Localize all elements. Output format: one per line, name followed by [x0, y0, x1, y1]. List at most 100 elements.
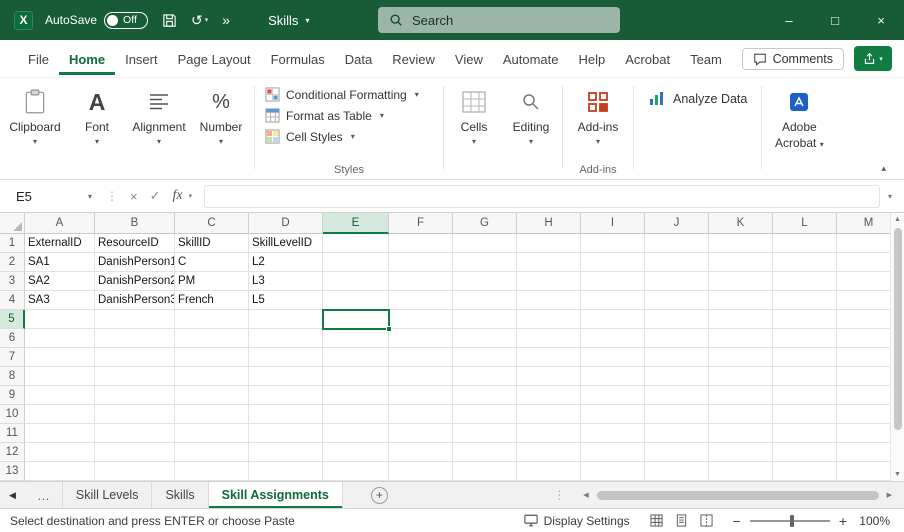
cell-a1[interactable]: ExternalID — [25, 234, 95, 253]
cell-h2[interactable] — [517, 253, 581, 272]
cell-d10[interactable] — [249, 405, 323, 424]
cell-k2[interactable] — [709, 253, 773, 272]
cell-e11[interactable] — [323, 424, 389, 443]
cell-f12[interactable] — [389, 443, 453, 462]
cell-c9[interactable] — [175, 386, 249, 405]
cell-b7[interactable] — [95, 348, 175, 367]
column-header-m[interactable]: M — [837, 213, 890, 234]
tab-splitter-icon[interactable]: ⋮ — [553, 488, 565, 502]
cell-h1[interactable] — [517, 234, 581, 253]
cell-a7[interactable] — [25, 348, 95, 367]
cell-i6[interactable] — [581, 329, 645, 348]
formula-bar-expand-icon[interactable]: ▾ — [888, 192, 892, 201]
cell-d2[interactable]: L2 — [249, 253, 323, 272]
row-header-12[interactable]: 12 — [0, 443, 25, 462]
cell-d6[interactable] — [249, 329, 323, 348]
column-header-l[interactable]: L — [773, 213, 837, 234]
ribbon-tab-file[interactable]: File — [18, 43, 59, 75]
horizontal-scroll-thumb[interactable] — [597, 491, 879, 500]
vertical-scrollbar[interactable]: ▲ ▼ — [890, 213, 904, 481]
cell-m13[interactable] — [837, 462, 890, 481]
cell-k9[interactable] — [709, 386, 773, 405]
ribbon-tab-help[interactable]: Help — [569, 43, 616, 75]
cell-k4[interactable] — [709, 291, 773, 310]
cell-f9[interactable] — [389, 386, 453, 405]
cell-e1[interactable] — [323, 234, 389, 253]
cell-e12[interactable] — [323, 443, 389, 462]
cell-l3[interactable] — [773, 272, 837, 291]
cell-c13[interactable] — [175, 462, 249, 481]
file-name-menu[interactable]: Skills ▾ — [268, 13, 309, 28]
cell-j10[interactable] — [645, 405, 709, 424]
cell-b13[interactable] — [95, 462, 175, 481]
active-cell-selection[interactable] — [322, 309, 390, 330]
cell-m11[interactable] — [837, 424, 890, 443]
cell-b10[interactable] — [95, 405, 175, 424]
cell-j13[interactable] — [645, 462, 709, 481]
cell-i2[interactable] — [581, 253, 645, 272]
sheet-tab-skill-assignments[interactable]: Skill Assignments — [209, 482, 343, 508]
autosave-control[interactable]: AutoSave Off — [45, 12, 148, 29]
cell-d3[interactable]: L3 — [249, 272, 323, 291]
column-header-c[interactable]: C — [175, 213, 249, 234]
scroll-right-icon[interactable]: ▶ — [887, 492, 892, 499]
cell-d8[interactable] — [249, 367, 323, 386]
cell-a4[interactable]: SA3 — [25, 291, 95, 310]
scroll-down-icon[interactable]: ▼ — [894, 471, 901, 478]
cell-e13[interactable] — [323, 462, 389, 481]
cell-f6[interactable] — [389, 329, 453, 348]
cell-i9[interactable] — [581, 386, 645, 405]
cell-m6[interactable] — [837, 329, 890, 348]
row-header-3[interactable]: 3 — [0, 272, 25, 291]
cell-g7[interactable] — [453, 348, 517, 367]
cell-a8[interactable] — [25, 367, 95, 386]
cell-e8[interactable] — [323, 367, 389, 386]
cell-i13[interactable] — [581, 462, 645, 481]
cell-a2[interactable]: SA1 — [25, 253, 95, 272]
cell-a3[interactable]: SA2 — [25, 272, 95, 291]
share-button[interactable]: ▾ — [854, 46, 892, 71]
cell-i10[interactable] — [581, 405, 645, 424]
sheet-nav-prev-button[interactable]: ◀ — [0, 482, 25, 508]
cell-j7[interactable] — [645, 348, 709, 367]
zoom-out-button[interactable]: − — [733, 514, 741, 528]
cell-l12[interactable] — [773, 443, 837, 462]
close-button[interactable]: × — [858, 0, 904, 40]
cell-a6[interactable] — [25, 329, 95, 348]
row-header-10[interactable]: 10 — [0, 405, 25, 424]
cell-b9[interactable] — [95, 386, 175, 405]
row-header-8[interactable]: 8 — [0, 367, 25, 386]
cell-m8[interactable] — [837, 367, 890, 386]
cancel-button[interactable]: × — [130, 189, 138, 204]
cell-c2[interactable]: C — [175, 253, 249, 272]
cell-e2[interactable] — [323, 253, 389, 272]
cell-styles-button[interactable]: Cell Styles ▾ — [265, 129, 437, 144]
cell-l1[interactable] — [773, 234, 837, 253]
cell-l13[interactable] — [773, 462, 837, 481]
ribbon-tab-insert[interactable]: Insert — [115, 43, 168, 75]
cell-g12[interactable] — [453, 443, 517, 462]
cell-k7[interactable] — [709, 348, 773, 367]
cells-group-button[interactable]: Cells ▾ — [446, 78, 502, 179]
cell-k13[interactable] — [709, 462, 773, 481]
cell-g8[interactable] — [453, 367, 517, 386]
comments-button[interactable]: Comments — [742, 48, 844, 70]
cell-j4[interactable] — [645, 291, 709, 310]
row-header-7[interactable]: 7 — [0, 348, 25, 367]
cell-e9[interactable] — [323, 386, 389, 405]
cell-k10[interactable] — [709, 405, 773, 424]
insert-function-dropdown-icon[interactable]: ▾ — [189, 192, 193, 200]
cell-k6[interactable] — [709, 329, 773, 348]
ribbon-tab-acrobat[interactable]: Acrobat — [615, 43, 680, 75]
cell-f7[interactable] — [389, 348, 453, 367]
cell-h4[interactable] — [517, 291, 581, 310]
ribbon-tab-view[interactable]: View — [445, 43, 493, 75]
cell-h13[interactable] — [517, 462, 581, 481]
cell-g11[interactable] — [453, 424, 517, 443]
scroll-up-icon[interactable]: ▲ — [894, 216, 901, 223]
cell-c8[interactable] — [175, 367, 249, 386]
cell-h9[interactable] — [517, 386, 581, 405]
cell-f3[interactable] — [389, 272, 453, 291]
column-header-h[interactable]: H — [517, 213, 581, 234]
fill-handle[interactable] — [386, 326, 392, 332]
